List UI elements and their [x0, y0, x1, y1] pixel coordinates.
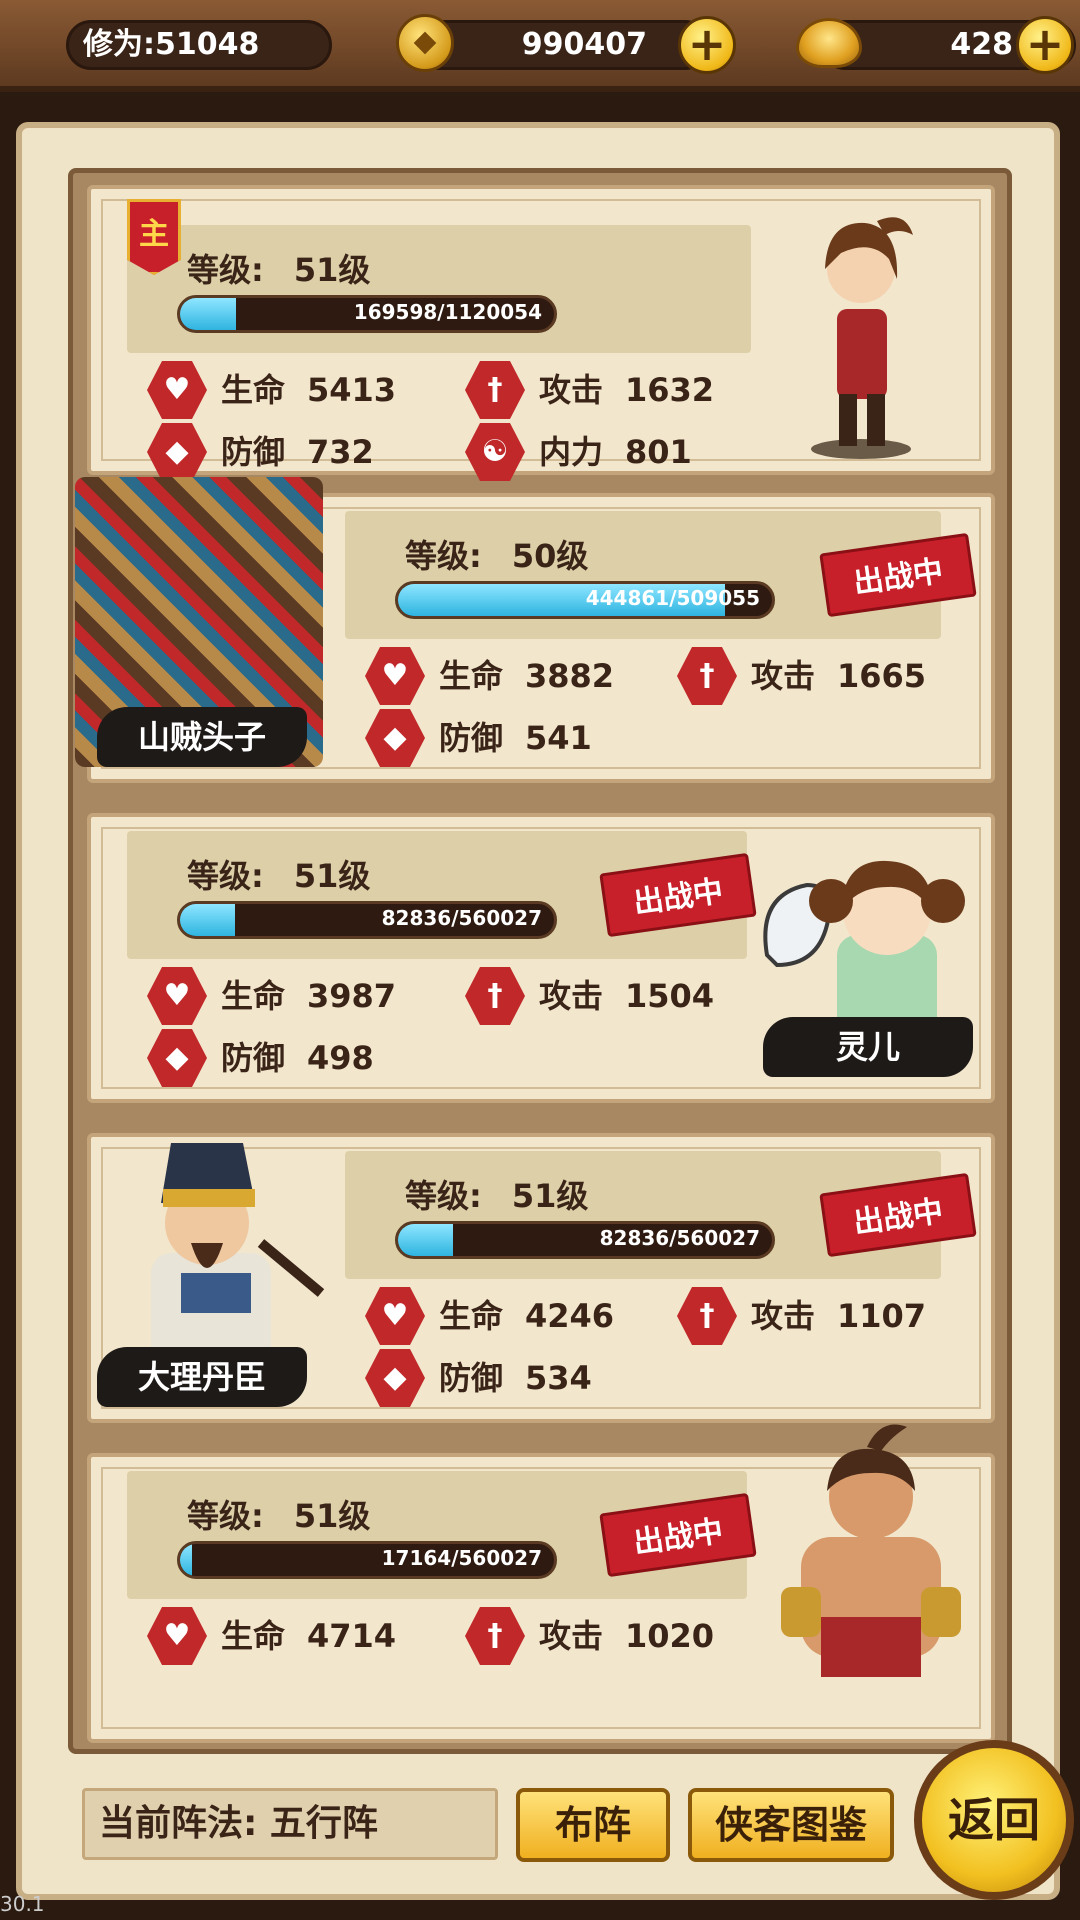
- stat-hp: ♥ 生命 3987: [147, 967, 447, 1025]
- hero-card-main[interactable]: 等级: 51级 169598/1120054 主 ♥ 生命 5413 † 攻击 1…: [87, 185, 995, 481]
- stat-inner-power: ☯ 内力 801: [465, 423, 765, 481]
- hero-card[interactable]: 等级: 50级 444861/509055 出战中 山贼头子 ♥ 生命 3882 …: [75, 477, 995, 783]
- yinyang-icon: ☯: [465, 423, 525, 481]
- level-value: 51级: [293, 1497, 371, 1535]
- sword-icon: †: [677, 1287, 737, 1345]
- shield-icon: ◆: [147, 423, 207, 481]
- stat-hp: ♥ 生命 4246: [365, 1287, 665, 1345]
- xp-text: 17164/560027: [381, 1546, 542, 1570]
- level-panel: 等级: 51级 169598/1120054: [127, 225, 751, 353]
- hero-atlas-button[interactable]: 侠客图鉴: [688, 1788, 894, 1862]
- stat-attack: † 攻击 1107: [677, 1287, 977, 1345]
- back-button[interactable]: 返回: [914, 1740, 1074, 1900]
- hero-name: 灵儿: [763, 1017, 973, 1077]
- version-label: 30.1: [0, 1892, 45, 1916]
- xp-bar-fill: [398, 1224, 454, 1256]
- xp-bar-fill: [180, 904, 236, 936]
- hero-name: 山贼头子: [97, 707, 307, 767]
- sword-icon: †: [677, 647, 737, 705]
- stat-defense: ◆ 防御 732: [147, 423, 447, 481]
- stat-attack: † 攻击 1665: [677, 647, 977, 705]
- hero-name: 大理丹臣: [97, 1347, 307, 1407]
- heart-icon: ♥: [365, 647, 425, 705]
- formation-button[interactable]: 布阵: [516, 1788, 670, 1862]
- sword-icon: †: [465, 1607, 525, 1665]
- level-value: 51级: [293, 857, 371, 895]
- xp-bar: 82836/560027: [395, 1221, 775, 1259]
- xp-bar: 82836/560027: [177, 901, 557, 939]
- heart-icon: ♥: [147, 967, 207, 1025]
- xp-text: 169598/1120054: [353, 300, 542, 324]
- level-value: 51级: [293, 251, 371, 289]
- heart-icon: ♥: [147, 361, 207, 419]
- stat-attack: † 攻击 1020: [465, 1607, 765, 1665]
- level-label: 等级:: [405, 537, 482, 575]
- level-value: 51级: [511, 1177, 589, 1215]
- level-value: 50级: [511, 537, 589, 575]
- add-gold-button[interactable]: +: [1016, 16, 1074, 74]
- hero-card[interactable]: 等级: 51级 17164/560027 出战中 ♥ 生命 4714 † 攻击 …: [87, 1424, 995, 1743]
- coin-icon: [396, 14, 454, 72]
- sword-icon: †: [465, 967, 525, 1025]
- stat-attack: † 攻击 1504: [465, 967, 765, 1025]
- stat-hp: ♥ 生命 3882: [365, 647, 665, 705]
- add-coins-button[interactable]: +: [678, 16, 736, 74]
- main-hero-badge: 主: [127, 199, 181, 275]
- xp-bar: 444861/509055: [395, 581, 775, 619]
- hero-portrait: [771, 1417, 971, 1717]
- hero-card[interactable]: 等级:51级 82836/560027 出战中 大理丹臣 ♥ 生命 4246: [87, 1133, 995, 1423]
- stat-defense: ◆ 防御 534: [365, 1349, 665, 1407]
- coin-count: 990407: [410, 20, 710, 70]
- xp-text: 444861/509055: [585, 586, 760, 610]
- shield-icon: ◆: [147, 1029, 207, 1087]
- stat-attack: † 攻击 1632: [465, 361, 765, 419]
- level-label: 等级:: [187, 857, 264, 895]
- stat-defense: ◆ 防御 498: [147, 1029, 447, 1087]
- xp-text: 82836/560027: [599, 1226, 760, 1250]
- top-resource-bar: 修为:51048 990407 + 428 +: [0, 0, 1080, 92]
- xp-text: 82836/560027: [381, 906, 542, 930]
- level-label: 等级:: [187, 251, 264, 289]
- heart-icon: ♥: [147, 1607, 207, 1665]
- level-label: 等级:: [405, 1177, 482, 1215]
- xp-bar-fill: [180, 1544, 192, 1576]
- shield-icon: ◆: [365, 709, 425, 767]
- current-formation: 当前阵法: 五行阵: [82, 1788, 498, 1860]
- cultivation-display: 修为:51048: [66, 20, 332, 70]
- shield-icon: ◆: [365, 1349, 425, 1407]
- stat-hp: ♥ 生命 5413: [147, 361, 447, 419]
- xp-bar: 169598/1120054: [177, 295, 557, 333]
- hero-list[interactable]: 等级: 51级 169598/1120054 主 ♥ 生命 5413 † 攻击 1…: [68, 168, 1012, 1754]
- stat-hp: ♥ 生命 4714: [147, 1607, 447, 1665]
- stat-defense: ◆ 防御 541: [365, 709, 665, 767]
- sword-icon: †: [465, 361, 525, 419]
- xp-bar: 17164/560027: [177, 1541, 557, 1579]
- hero-card[interactable]: 等级: 51级 82836/560027 出战中 灵儿 ♥ 生命 3987 † …: [87, 813, 995, 1103]
- xp-bar-fill: [180, 298, 237, 330]
- heart-icon: ♥: [365, 1287, 425, 1345]
- level-label: 等级:: [187, 1497, 264, 1535]
- hero-portrait-main: [781, 199, 941, 459]
